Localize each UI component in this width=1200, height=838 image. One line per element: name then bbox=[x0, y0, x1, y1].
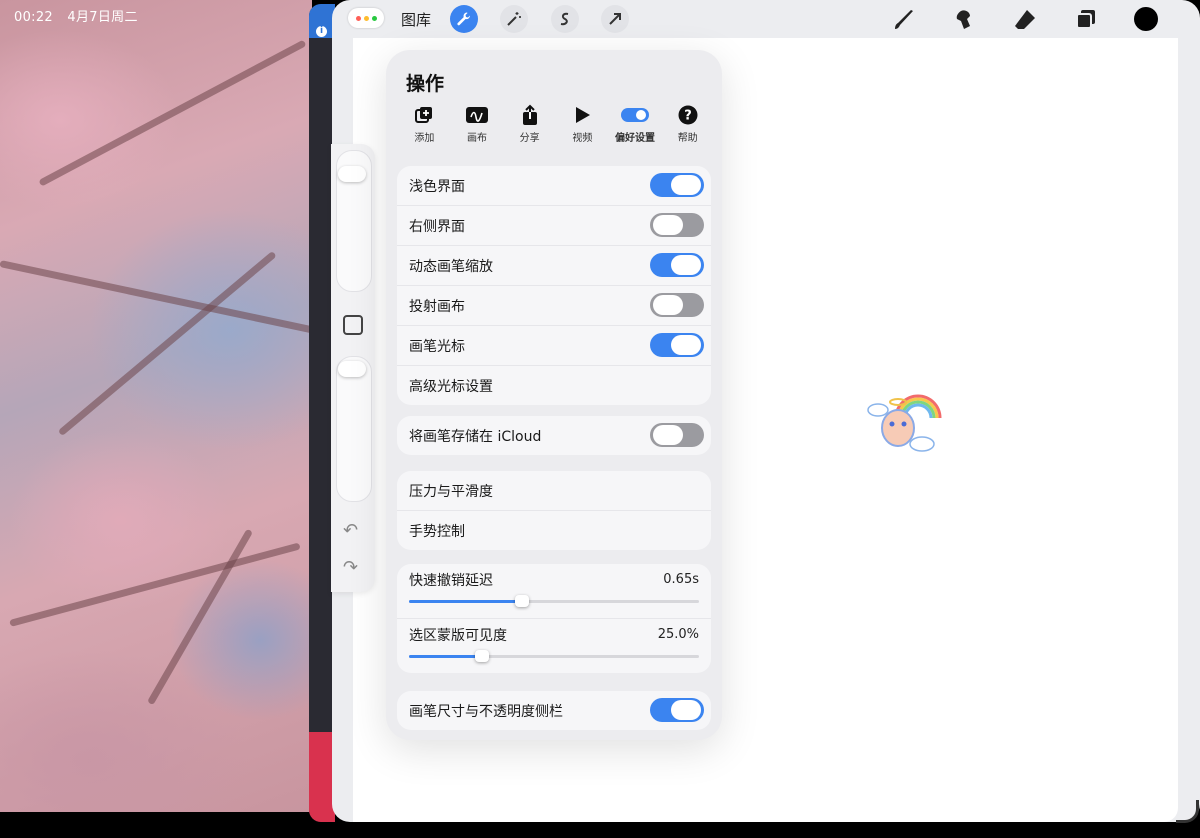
setting-brush-cursor: 画笔光标 bbox=[397, 326, 711, 366]
slider-knob[interactable] bbox=[515, 595, 530, 607]
tab-label: 视频 bbox=[572, 133, 593, 144]
preferences-group-icloud: 将画笔存储在 iCloud bbox=[397, 416, 711, 455]
setting-label: 快速撤销延迟 bbox=[409, 573, 493, 589]
tab-share[interactable]: 分享 bbox=[503, 104, 556, 144]
pressure-smoothing-button[interactable]: 压力与平滑度 bbox=[397, 471, 711, 511]
tab-preferences[interactable]: 偏好设置 bbox=[609, 104, 662, 144]
gallery-button[interactable]: 图库 bbox=[401, 9, 431, 30]
status-time: 00:22 bbox=[14, 10, 53, 25]
preferences-group-sidebar: 画笔尺寸与不透明度侧栏 bbox=[397, 691, 711, 730]
slider-value: 25.0% bbox=[657, 627, 699, 642]
setting-label: 投射画布 bbox=[409, 298, 465, 315]
info-icon: i bbox=[316, 26, 327, 37]
quick-undo-delay-slider[interactable] bbox=[409, 595, 699, 607]
window-controls-button[interactable] bbox=[348, 8, 384, 28]
setting-label: 将画笔存储在 iCloud bbox=[409, 428, 542, 445]
tab-add[interactable]: 添加 bbox=[398, 104, 451, 144]
redo-icon[interactable]: ↷ bbox=[343, 557, 358, 578]
project-canvas-toggle[interactable] bbox=[650, 293, 704, 317]
tab-canvas[interactable]: 画布 bbox=[451, 104, 504, 144]
setting-icloud-brushes: 将画笔存储在 iCloud bbox=[397, 416, 711, 455]
layers-icon[interactable] bbox=[1073, 7, 1099, 33]
setting-label: 选区蒙版可见度 bbox=[409, 628, 507, 644]
sticker-image bbox=[866, 388, 942, 456]
brush-cursor-toggle[interactable] bbox=[650, 333, 704, 357]
wrench-icon[interactable] bbox=[450, 5, 478, 33]
setting-label: 高级光标设置 bbox=[409, 378, 493, 395]
light-interface-toggle[interactable] bbox=[650, 173, 704, 197]
setting-label: 压力与平滑度 bbox=[409, 483, 493, 500]
eraser-icon[interactable] bbox=[1012, 7, 1038, 33]
setting-label: 浅色界面 bbox=[409, 178, 465, 195]
play-icon bbox=[573, 104, 591, 126]
selection-mask-visibility-setting: 选区蒙版可见度 25.0% bbox=[397, 619, 711, 673]
setting-label: 画笔尺寸与不透明度侧栏 bbox=[409, 703, 563, 720]
status-bar: 00:22 4月7日周二 bbox=[14, 6, 148, 25]
preferences-group-interface: 浅色界面 右侧界面 动态画笔缩放 投射画布 画笔光标 高级光标设置 bbox=[397, 166, 711, 405]
setting-label: 手势控制 bbox=[409, 523, 465, 540]
setting-project-canvas: 投射画布 bbox=[397, 286, 711, 326]
status-date: 4月7日周二 bbox=[67, 10, 138, 25]
tab-help[interactable]: ? 帮助 bbox=[661, 104, 714, 144]
opacity-slider[interactable] bbox=[336, 356, 372, 502]
preferences-group-controls: 压力与平滑度 手势控制 bbox=[397, 471, 711, 550]
brush-size-knob[interactable] bbox=[338, 166, 366, 182]
setting-brush-size-opacity-sidebar: 画笔尺寸与不透明度侧栏 bbox=[397, 691, 711, 730]
modify-button[interactable] bbox=[343, 315, 363, 335]
quick-undo-delay-setting: 快速撤销延迟 0.65s bbox=[397, 564, 711, 619]
gesture-controls-button[interactable]: 手势控制 bbox=[397, 511, 711, 550]
toggle-icon bbox=[621, 104, 650, 126]
selection-mask-visibility-slider[interactable] bbox=[409, 650, 699, 662]
tab-label: 画布 bbox=[467, 133, 487, 144]
tab-label: 帮助 bbox=[677, 133, 698, 144]
share-icon bbox=[521, 104, 539, 126]
setting-label: 画笔光标 bbox=[409, 338, 465, 355]
opacity-knob[interactable] bbox=[338, 361, 366, 377]
setting-label: 右侧界面 bbox=[409, 218, 465, 235]
add-icon bbox=[414, 104, 434, 126]
color-picker-button[interactable] bbox=[1134, 7, 1158, 31]
slider-value: 0.65s bbox=[663, 572, 699, 587]
dynamic-brush-scaling-toggle[interactable] bbox=[650, 253, 704, 277]
brush-icon[interactable] bbox=[891, 7, 917, 33]
actions-tabs: 添加 画布 分享 视频 偏好设置 ? 帮助 bbox=[398, 104, 714, 144]
tab-video[interactable]: 视频 bbox=[556, 104, 609, 144]
setting-light-interface: 浅色界面 bbox=[397, 166, 711, 206]
smudge-icon[interactable] bbox=[952, 7, 978, 33]
canvas-icon bbox=[465, 104, 489, 126]
tab-label: 分享 bbox=[519, 133, 540, 144]
undo-icon[interactable]: ↶ bbox=[343, 520, 358, 541]
magic-wand-icon[interactable] bbox=[500, 5, 528, 33]
advanced-cursor-settings-button[interactable]: 高级光标设置 bbox=[397, 366, 711, 405]
help-icon: ? bbox=[678, 104, 698, 126]
brush-sidebar-toggle[interactable] bbox=[650, 698, 704, 722]
selection-icon[interactable] bbox=[551, 5, 579, 33]
tab-label: 添加 bbox=[414, 133, 435, 144]
setting-dynamic-brush-scaling: 动态画笔缩放 bbox=[397, 246, 711, 286]
icloud-brushes-toggle[interactable] bbox=[650, 423, 704, 447]
tab-label: 偏好设置 bbox=[615, 133, 656, 144]
slider-knob[interactable] bbox=[474, 650, 489, 662]
transform-arrow-icon[interactable] bbox=[601, 5, 629, 33]
preferences-group-sliders: 快速撤销延迟 0.65s 选区蒙版可见度 25.0% bbox=[397, 564, 711, 673]
setting-label: 动态画笔缩放 bbox=[409, 258, 493, 275]
panel-title: 操作 bbox=[406, 73, 445, 95]
svg-text:?: ? bbox=[684, 109, 692, 124]
wallpaper bbox=[0, 0, 314, 812]
setting-right-interface: 右侧界面 bbox=[397, 206, 711, 246]
right-interface-toggle[interactable] bbox=[650, 213, 704, 237]
